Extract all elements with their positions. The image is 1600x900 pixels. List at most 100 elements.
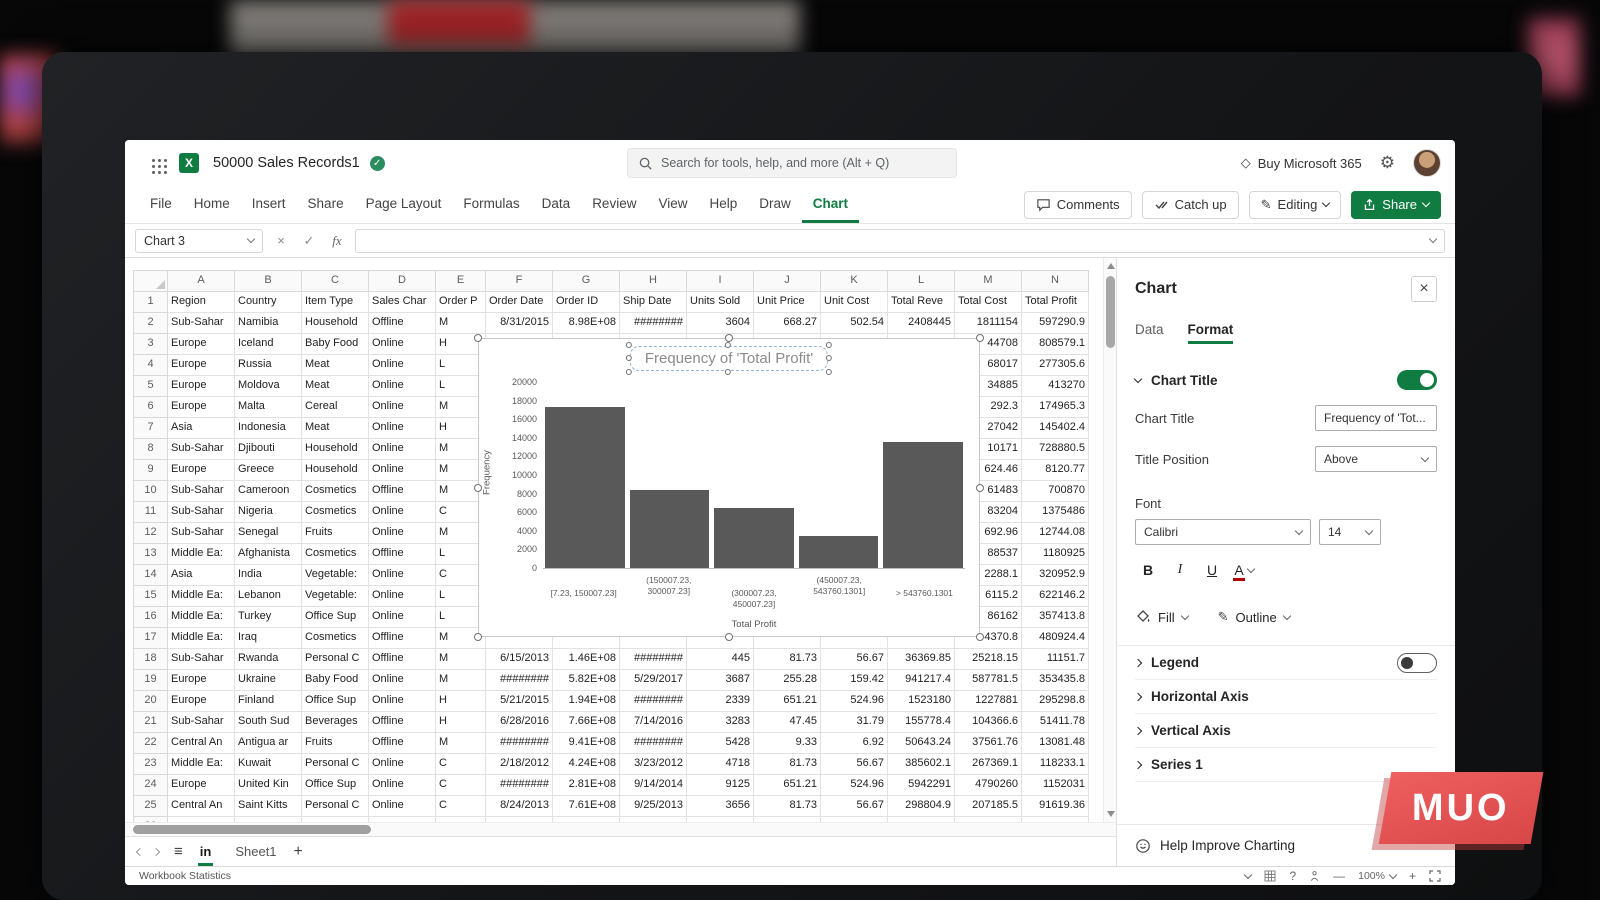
cell[interactable]: ######## <box>620 313 687 334</box>
cell[interactable]: 2.81E+08 <box>553 775 620 796</box>
catch-up-button[interactable]: Catch up <box>1142 191 1239 219</box>
underline-button[interactable]: U <box>1199 557 1225 583</box>
help-icon[interactable]: ? <box>1289 869 1296 883</box>
cell[interactable]: 1.94E+08 <box>553 691 620 712</box>
cell[interactable]: Online <box>369 586 436 607</box>
row-header-17[interactable]: 17 <box>133 628 168 649</box>
cell[interactable]: 31.79 <box>821 712 888 733</box>
row-header-23[interactable]: 23 <box>133 754 168 775</box>
cell[interactable]: Sub-Sahar <box>168 439 235 460</box>
cell[interactable]: Senegal <box>235 523 302 544</box>
cell[interactable]: Unit Price <box>754 292 821 313</box>
cell[interactable]: Offline <box>369 481 436 502</box>
cell[interactable]: M <box>436 670 486 691</box>
cell[interactable]: 155778.4 <box>888 712 955 733</box>
cell[interactable]: Household <box>302 439 369 460</box>
menu-tab-help[interactable]: Help <box>698 186 748 223</box>
row-header-20[interactable]: 20 <box>133 691 168 712</box>
cell[interactable]: 651.21 <box>754 691 821 712</box>
cell[interactable]: Middle Ea: <box>168 586 235 607</box>
chart-object[interactable]: Frequency of 'Total Profit' Frequency 20… <box>478 338 980 637</box>
cell[interactable]: Household <box>302 313 369 334</box>
cell[interactable]: 385602.1 <box>888 754 955 775</box>
cell[interactable]: ######## <box>620 691 687 712</box>
menu-tab-view[interactable]: View <box>647 186 698 223</box>
column-header-A[interactable]: A <box>168 270 235 292</box>
histogram-bar[interactable] <box>545 407 625 568</box>
title-handle[interactable] <box>725 369 731 375</box>
cell[interactable]: Online <box>369 334 436 355</box>
cell[interactable]: 81.73 <box>754 649 821 670</box>
legend-toggle[interactable] <box>1397 653 1437 673</box>
cell[interactable]: 3687 <box>687 670 754 691</box>
chart-resize-handle[interactable] <box>474 633 482 641</box>
cell[interactable]: Lebanon <box>235 586 302 607</box>
cell[interactable]: 118233.1 <box>1022 754 1089 775</box>
column-header-F[interactable]: F <box>486 270 553 292</box>
cell[interactable]: 1811154 <box>955 313 1022 334</box>
cell[interactable]: Vegetable: <box>302 565 369 586</box>
column-header-G[interactable]: G <box>553 270 620 292</box>
cell[interactable]: Finland <box>235 691 302 712</box>
cell[interactable]: Cosmetics <box>302 502 369 523</box>
cell[interactable]: 295298.8 <box>1022 691 1089 712</box>
cell[interactable]: Djibouti <box>235 439 302 460</box>
cell[interactable]: 4718 <box>687 754 754 775</box>
fill-button[interactable]: Fill <box>1135 609 1188 625</box>
cell[interactable]: 2339 <box>687 691 754 712</box>
column-header-I[interactable]: I <box>687 270 754 292</box>
cell[interactable]: Online <box>369 376 436 397</box>
cell[interactable]: Saint Kitts <box>235 796 302 817</box>
cell[interactable]: Asia <box>168 565 235 586</box>
cell[interactable]: 8.98E+08 <box>553 313 620 334</box>
row-header-19[interactable]: 19 <box>133 670 168 691</box>
search-bar[interactable] <box>627 148 957 178</box>
cell[interactable]: Namibia <box>235 313 302 334</box>
panel-section-horizontal-axis[interactable]: Horizontal Axis <box>1135 680 1437 714</box>
cell[interactable]: 524.96 <box>821 691 888 712</box>
cell[interactable]: H <box>436 691 486 712</box>
chart-resize-handle[interactable] <box>474 334 482 342</box>
menu-tab-share[interactable]: Share <box>297 186 355 223</box>
cell[interactable]: Sub-Sahar <box>168 649 235 670</box>
cell[interactable]: M <box>436 313 486 334</box>
cell[interactable]: 502.54 <box>821 313 888 334</box>
zoom-level-dropdown[interactable]: 100% <box>1358 870 1396 882</box>
cell[interactable]: 597290.9 <box>1022 313 1089 334</box>
cell[interactable]: 700870 <box>1022 481 1089 502</box>
column-header-K[interactable]: K <box>821 270 888 292</box>
column-header-B[interactable]: B <box>235 270 302 292</box>
cell[interactable]: 668.27 <box>754 313 821 334</box>
cell[interactable]: 104366.6 <box>955 712 1022 733</box>
cell[interactable]: Europe <box>168 670 235 691</box>
accessibility-person-icon[interactable] <box>1309 870 1320 882</box>
cell[interactable]: Online <box>369 502 436 523</box>
cell[interactable]: 56.67 <box>821 796 888 817</box>
histogram-bar[interactable] <box>630 490 710 568</box>
cell[interactable]: 3656 <box>687 796 754 817</box>
cell[interactable]: Europe <box>168 775 235 796</box>
cell[interactable]: 651.21 <box>754 775 821 796</box>
cell[interactable]: 56.67 <box>821 649 888 670</box>
cell[interactable]: 25218.15 <box>955 649 1022 670</box>
cell[interactable]: 1375486 <box>1022 502 1089 523</box>
next-sheet-icon[interactable] <box>152 847 160 855</box>
cell[interactable]: 277305.6 <box>1022 355 1089 376</box>
shared-status-icon[interactable]: ✓ <box>370 156 385 171</box>
cell[interactable]: Cosmetics <box>302 481 369 502</box>
menu-tab-draw[interactable]: Draw <box>748 186 802 223</box>
cell[interactable]: Offline <box>369 544 436 565</box>
cell[interactable]: 3/23/2012 <box>620 754 687 775</box>
cell[interactable]: Kuwait <box>235 754 302 775</box>
cell[interactable]: Iraq <box>235 628 302 649</box>
cell[interactable]: Europe <box>168 355 235 376</box>
cell[interactable]: 159.42 <box>821 670 888 691</box>
cell[interactable]: Online <box>369 796 436 817</box>
row-header-10[interactable]: 10 <box>133 481 168 502</box>
cell[interactable]: Antigua ar <box>235 733 302 754</box>
chart-title-textbox[interactable]: Frequency of 'Total Profit' <box>630 346 828 371</box>
cell[interactable]: Meat <box>302 376 369 397</box>
cell[interactable]: Total Cost <box>955 292 1022 313</box>
cell[interactable]: 5942291 <box>888 775 955 796</box>
previous-sheet-icon[interactable] <box>136 847 144 855</box>
